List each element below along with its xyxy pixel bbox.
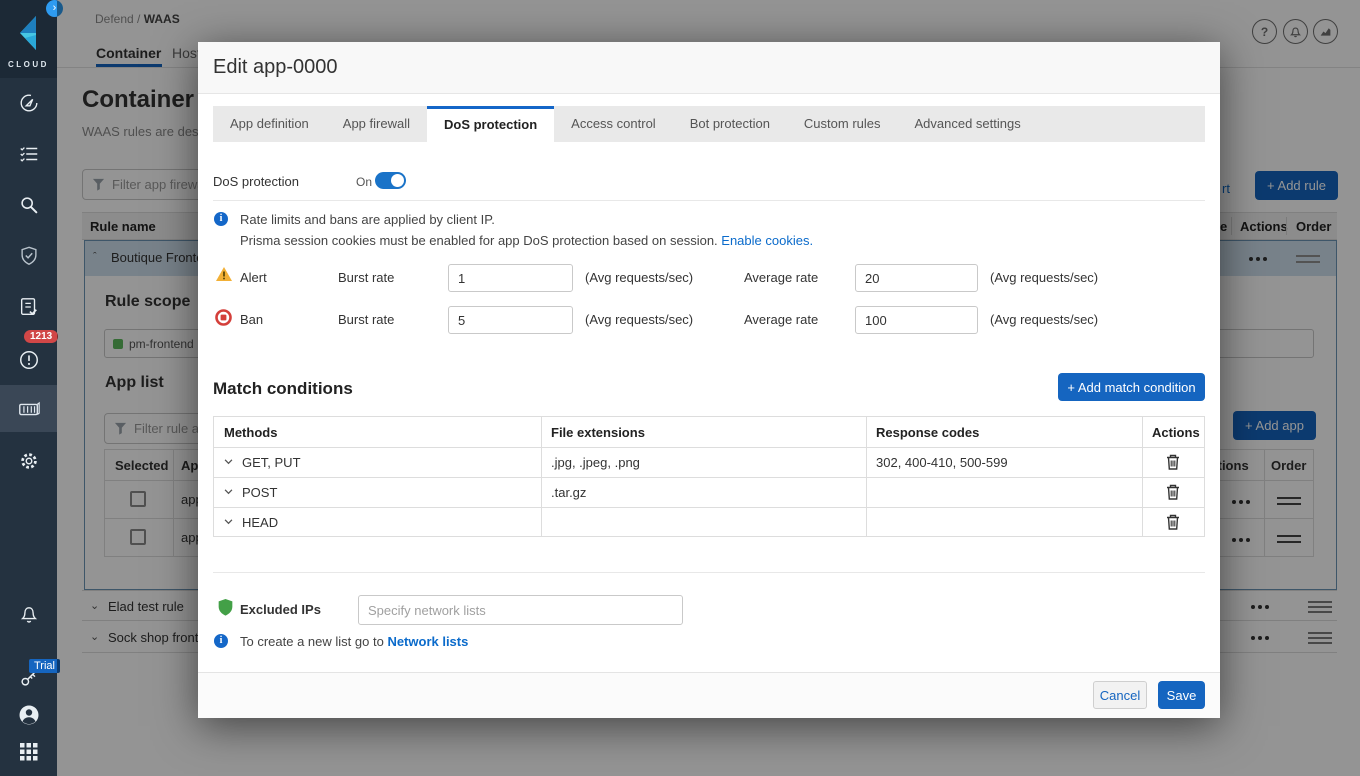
checklist-icon: [18, 143, 40, 165]
match-row-extensions: [541, 507, 866, 537]
ban-icon: [215, 309, 232, 326]
match-row-extensions: .tar.gz: [541, 477, 866, 507]
match-row-extensions: .jpg, .jpeg, .png: [541, 447, 866, 477]
burst-rate-label: Burst rate: [338, 312, 394, 327]
prisma-cloud-logo-icon: [12, 14, 46, 52]
info-line-2: Prisma session cookies must be enabled f…: [240, 233, 813, 248]
alert-burst-input[interactable]: [448, 264, 573, 292]
toggle-state-label: On: [356, 175, 372, 189]
tab-access-control[interactable]: Access control: [554, 106, 673, 142]
warning-icon: [215, 266, 233, 282]
tab-app-definition[interactable]: App definition: [213, 106, 326, 142]
trash-icon[interactable]: [1166, 484, 1180, 500]
chevron-down-icon[interactable]: [224, 489, 233, 495]
dos-protection-toggle[interactable]: [375, 172, 406, 189]
sidebar: CLOUD 1213 Trial: [0, 0, 57, 776]
modal-title: Edit app-0000: [213, 56, 338, 79]
match-conditions-heading: Match conditions: [213, 379, 353, 399]
chevron-down-icon[interactable]: [224, 519, 233, 525]
ban-row-label: Ban: [240, 312, 263, 327]
methods-header: Methods: [214, 417, 541, 447]
grid-icon: [19, 742, 39, 762]
search-icon: [18, 194, 40, 216]
tab-custom-rules[interactable]: Custom rules: [787, 106, 898, 142]
ban-burst-input[interactable]: [448, 306, 573, 334]
network-lists-info: To create a new list go to Network lists: [240, 634, 468, 649]
logo-text: CLOUD: [0, 60, 57, 69]
match-row-codes: [866, 507, 1142, 537]
rate-unit-label: (Avg requests/sec): [990, 312, 1098, 327]
bell-icon: [18, 603, 40, 625]
average-rate-label: Average rate: [744, 270, 818, 285]
match-row-codes: 302, 400-410, 500-599: [866, 447, 1142, 477]
response-codes-header: Response codes: [866, 417, 1142, 447]
tab-dos-protection[interactable]: DoS protection: [427, 106, 554, 142]
container-icon: [17, 398, 41, 420]
screen: Defend / WAAS ? Container Host Container…: [0, 0, 1360, 776]
modal-footer: Cancel Save: [198, 672, 1220, 718]
save-button[interactable]: Save: [1158, 681, 1205, 709]
rate-unit-label: (Avg requests/sec): [585, 270, 693, 285]
gauge-icon: [18, 92, 40, 114]
sidebar-item-inventory[interactable]: [0, 131, 57, 177]
info-line-1: Rate limits and bans are applied by clie…: [240, 212, 495, 227]
dos-protection-label: DoS protection: [213, 174, 299, 189]
sidebar-item-settings[interactable]: [0, 438, 57, 484]
match-row-actions: [1142, 507, 1204, 537]
user-icon: [17, 703, 41, 727]
tab-advanced-settings[interactable]: Advanced settings: [898, 106, 1038, 142]
edit-app-modal: Edit app-0000 App definition App firewal…: [198, 42, 1220, 718]
match-row-codes: [866, 477, 1142, 507]
average-rate-label: Average rate: [744, 312, 818, 327]
sidebar-item-compliance[interactable]: [0, 233, 57, 279]
rate-unit-label: (Avg requests/sec): [990, 270, 1098, 285]
info-icon: i: [214, 634, 228, 648]
match-conditions-table: Methods File extensions Response codes A…: [213, 416, 1205, 537]
trash-icon[interactable]: [1166, 454, 1180, 470]
alert-row-label: Alert: [240, 270, 267, 285]
match-row-actions: [1142, 447, 1204, 477]
enable-cookies-link[interactable]: Enable cookies.: [721, 233, 813, 248]
sidebar-item-alerts[interactable]: [0, 337, 57, 383]
trash-icon[interactable]: [1166, 514, 1180, 530]
trial-badge: Trial: [29, 659, 60, 673]
shield-icon: [217, 598, 234, 618]
sidebar-item-notifications[interactable]: [0, 591, 57, 637]
alert-circle-icon: [18, 349, 40, 371]
sidebar-item-dashboard[interactable]: [0, 80, 57, 126]
excluded-ips-label: Excluded IPs: [240, 602, 321, 617]
match-row-methods[interactable]: GET, PUT: [214, 447, 541, 477]
excluded-ips-input[interactable]: [358, 595, 683, 625]
sidebar-item-apps[interactable]: [0, 729, 57, 775]
burst-rate-label: Burst rate: [338, 270, 394, 285]
network-lists-link[interactable]: Network lists: [387, 634, 468, 649]
alerts-count-badge: 1213: [24, 330, 58, 343]
gear-icon: [18, 450, 40, 472]
rate-unit-label: (Avg requests/sec): [585, 312, 693, 327]
shield-check-icon: [18, 245, 40, 267]
match-row-methods[interactable]: HEAD: [214, 507, 541, 537]
info-icon: i: [214, 212, 228, 226]
sidebar-item-search[interactable]: [0, 182, 57, 228]
tab-bot-protection[interactable]: Bot protection: [673, 106, 787, 142]
add-match-condition-button[interactable]: + Add match condition: [1058, 373, 1205, 401]
modal-tabbar: App definition App firewall DoS protecti…: [213, 106, 1205, 142]
document-check-icon: [18, 296, 40, 318]
match-row-actions: [1142, 477, 1204, 507]
sidebar-item-policies[interactable]: [0, 284, 57, 330]
match-row-methods[interactable]: POST: [214, 477, 541, 507]
sidebar-item-containers[interactable]: [0, 385, 57, 432]
modal-header: Edit app-0000: [198, 42, 1220, 94]
actions-header: Actions: [1142, 417, 1204, 447]
ban-average-input[interactable]: [855, 306, 978, 334]
chevron-down-icon[interactable]: [224, 459, 233, 465]
tab-app-firewall[interactable]: App firewall: [326, 106, 427, 142]
cancel-button[interactable]: Cancel: [1093, 681, 1147, 709]
alert-average-input[interactable]: [855, 264, 978, 292]
file-extensions-header: File extensions: [541, 417, 866, 447]
